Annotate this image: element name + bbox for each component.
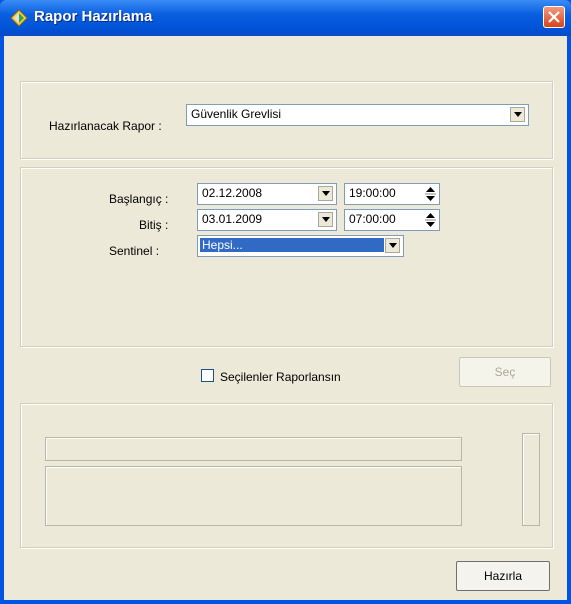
report-label: Hazırlanacak Rapor : — [49, 119, 162, 133]
chevron-down-icon — [389, 243, 397, 248]
report-window: Rapor Hazırlama Hazırlanacak Rapor : Güv… — [0, 0, 571, 604]
start-time-value: 19:00:00 — [349, 186, 396, 200]
result-progress-box — [522, 433, 540, 526]
spin-arrows-icon — [425, 213, 436, 227]
end-date-picker[interactable]: 03.01.2009 — [197, 209, 337, 231]
start-date-value: 02.12.2008 — [202, 186, 263, 200]
select-button[interactable]: Seç — [459, 357, 551, 387]
result-list-box — [45, 466, 462, 526]
sentinel-select-value: Hepsi... — [200, 238, 384, 252]
chevron-down-icon — [322, 217, 330, 222]
sentinel-select-arrow[interactable] — [385, 238, 400, 253]
sentinel-label: Sentinel : — [109, 244, 160, 258]
selected-report-label[interactable]: Seçilenler Raporlansın — [220, 370, 341, 384]
end-label: Bitiş : — [139, 218, 169, 232]
diamond-arrows-icon — [10, 9, 28, 27]
result-panel — [20, 403, 553, 548]
chevron-down-icon — [322, 191, 330, 196]
report-select[interactable]: Güvenlik Grevlisi — [186, 104, 529, 126]
filter-group: Başlangıç : 02.12.2008 19:00:00 Bitiş : — [20, 167, 553, 347]
selected-report-checkbox[interactable] — [201, 369, 214, 382]
report-select-arrow[interactable] — [510, 107, 525, 122]
window-client-area: Hazırlanacak Rapor : Güvenlik Grevlisi B… — [4, 36, 567, 600]
report-group: Hazırlanacak Rapor : Güvenlik Grevlisi — [20, 81, 553, 159]
start-date-arrow[interactable] — [318, 186, 333, 201]
select-button-label: Seç — [494, 365, 516, 379]
start-time-spinner[interactable] — [424, 185, 437, 203]
end-time-field[interactable]: 07:00:00 — [344, 209, 440, 231]
start-label: Başlangıç : — [109, 192, 169, 206]
end-time-value: 07:00:00 — [349, 212, 396, 226]
report-select-value: Güvenlik Grevlisi — [191, 107, 282, 121]
window-title: Rapor Hazırlama — [34, 8, 153, 25]
sentinel-select[interactable]: Hepsi... — [197, 235, 404, 257]
start-time-field[interactable]: 19:00:00 — [344, 183, 440, 205]
end-time-spinner[interactable] — [424, 211, 437, 229]
end-date-value: 03.01.2009 — [202, 212, 263, 226]
start-date-picker[interactable]: 02.12.2008 — [197, 183, 337, 205]
title-bar[interactable]: Rapor Hazırlama — [0, 0, 571, 36]
close-button[interactable] — [543, 6, 565, 28]
prepare-button-label: Hazırla — [483, 569, 522, 583]
spin-arrows-icon — [425, 187, 436, 201]
chevron-down-icon — [514, 112, 522, 117]
end-date-arrow[interactable] — [318, 212, 333, 227]
result-header-box — [45, 437, 462, 461]
prepare-button[interactable]: Hazırla — [456, 561, 550, 591]
